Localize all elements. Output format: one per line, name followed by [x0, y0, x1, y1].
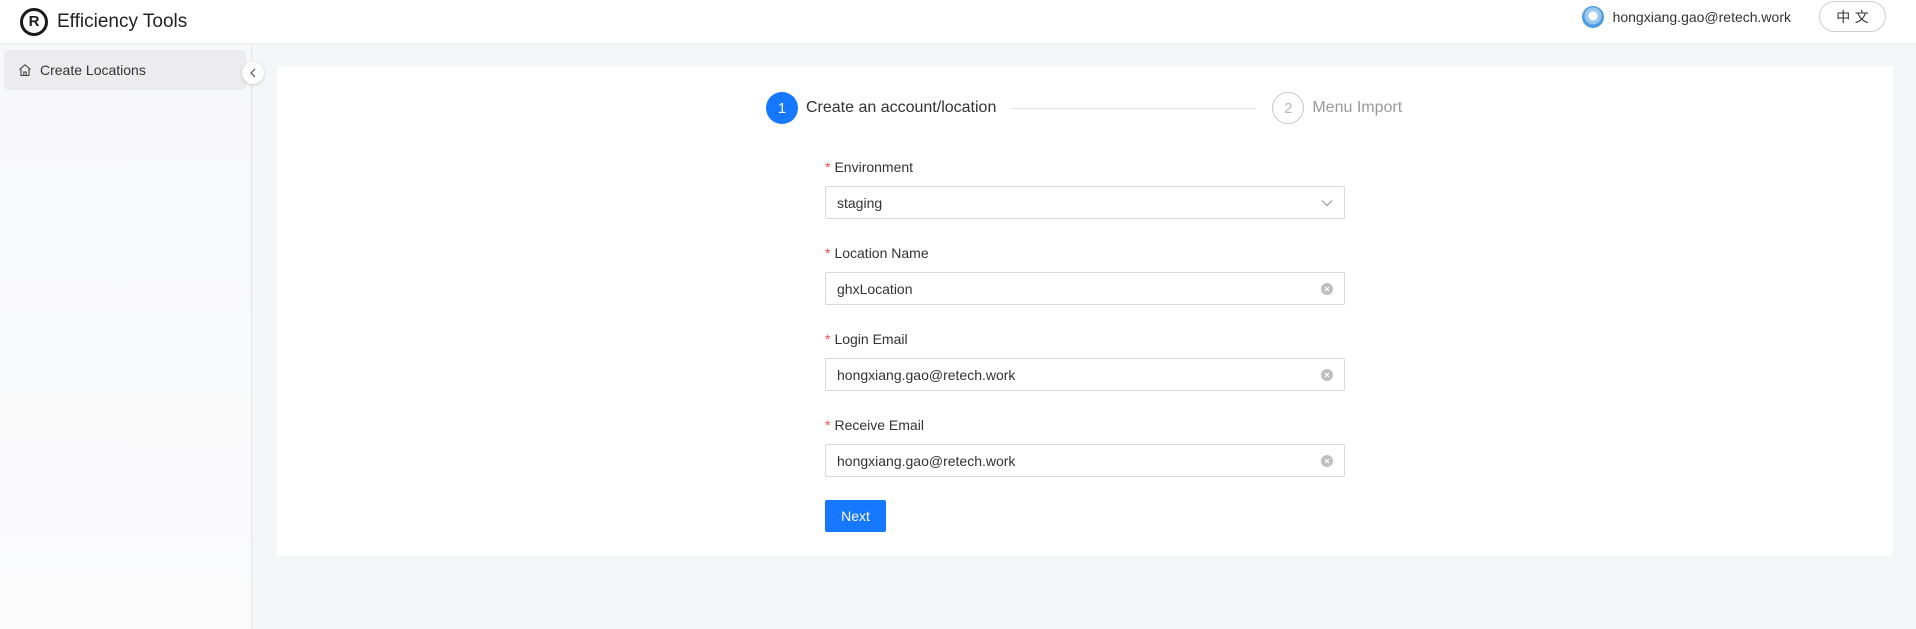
- logo[interactable]: R Efficiency Tools: [20, 7, 188, 36]
- receive-email-input[interactable]: [837, 452, 1321, 469]
- sidebar-item-create-locations[interactable]: Create Locations: [4, 50, 246, 90]
- chevron-left-icon: [250, 68, 256, 78]
- receive-email-label-text: Receive Email: [834, 417, 924, 433]
- required-marker: *: [825, 159, 831, 175]
- step-1-circle: 1: [766, 92, 798, 124]
- location-name-field[interactable]: [825, 272, 1345, 305]
- login-email-field[interactable]: [825, 358, 1345, 391]
- login-email-input[interactable]: [837, 366, 1321, 383]
- home-icon: [19, 64, 31, 77]
- location-name-label-text: Location Name: [834, 245, 929, 261]
- top-header: R Efficiency Tools hongxiang.gao@retech.…: [0, 0, 1916, 44]
- registered-logo-icon: R: [20, 7, 48, 36]
- clear-icon[interactable]: [1321, 368, 1333, 381]
- content-card: [277, 66, 1893, 556]
- language-toggle-button[interactable]: 中 文: [1819, 1, 1886, 32]
- login-email-label: * Login Email: [825, 331, 908, 347]
- required-marker: *: [825, 331, 831, 347]
- sidebar: Create Locations: [0, 44, 252, 629]
- steps-indicator: 1 Create an account/location 2 Menu Impo…: [766, 92, 1406, 124]
- environment-label: * Environment: [825, 159, 913, 175]
- login-email-label-text: Login Email: [834, 331, 908, 347]
- environment-label-text: Environment: [834, 159, 914, 175]
- environment-select[interactable]: staging: [825, 186, 1345, 219]
- avatar[interactable]: [1581, 5, 1604, 28]
- step-2-circle: 2: [1272, 92, 1305, 124]
- chevron-down-icon: [1321, 199, 1333, 206]
- required-marker: *: [825, 245, 831, 261]
- next-button[interactable]: Next: [825, 500, 886, 532]
- required-marker: *: [825, 417, 831, 433]
- app-title: Efficiency Tools: [57, 10, 188, 32]
- clear-icon[interactable]: [1321, 454, 1333, 467]
- step-2-label: Menu Import: [1312, 99, 1403, 116]
- receive-email-label: * Receive Email: [825, 417, 924, 433]
- clear-icon[interactable]: [1321, 282, 1333, 295]
- environment-select-value: staging: [837, 194, 883, 211]
- step-1-label: Create an account/location: [806, 99, 997, 116]
- location-name-label: * Location Name: [825, 245, 929, 261]
- user-area: hongxiang.gao@retech.work 中 文: [1581, 0, 1886, 33]
- receive-email-field[interactable]: [825, 444, 1345, 477]
- location-name-input[interactable]: [837, 280, 1321, 297]
- sidebar-collapse-button[interactable]: [242, 62, 264, 84]
- user-email[interactable]: hongxiang.gao@retech.work: [1613, 9, 1791, 25]
- sidebar-item-label: Create Locations: [40, 62, 146, 78]
- step-connector: [1012, 107, 1257, 109]
